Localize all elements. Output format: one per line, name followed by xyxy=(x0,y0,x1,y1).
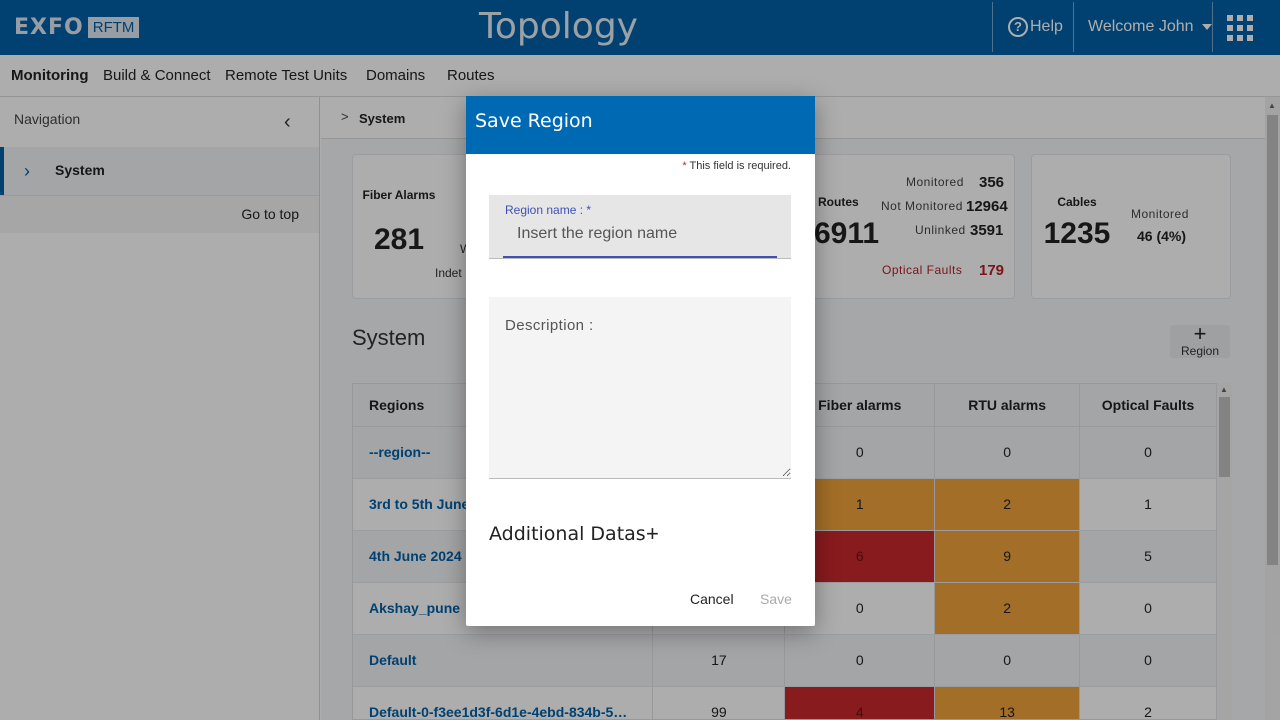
region-name-field[interactable]: Region name : * xyxy=(489,195,791,259)
description-textarea[interactable] xyxy=(489,297,791,477)
add-additional-data-plus-icon[interactable]: + xyxy=(646,521,659,547)
dialog-title: Save Region xyxy=(475,110,593,132)
cancel-button[interactable]: Cancel xyxy=(690,591,734,607)
additional-data-label: Additional Datas xyxy=(489,523,646,545)
required-star: * xyxy=(682,160,687,172)
required-note-text: This field is required. xyxy=(689,160,792,172)
required-note: * This field is required. xyxy=(682,160,791,172)
region-name-label: Region name : * xyxy=(505,203,592,217)
region-name-input[interactable] xyxy=(503,221,777,247)
save-region-dialog: Save Region * This field is required. Re… xyxy=(466,96,815,626)
field-underline xyxy=(503,256,777,258)
save-button[interactable]: Save xyxy=(760,591,792,607)
description-field[interactable] xyxy=(489,297,791,479)
dialog-header: Save Region xyxy=(466,96,815,154)
